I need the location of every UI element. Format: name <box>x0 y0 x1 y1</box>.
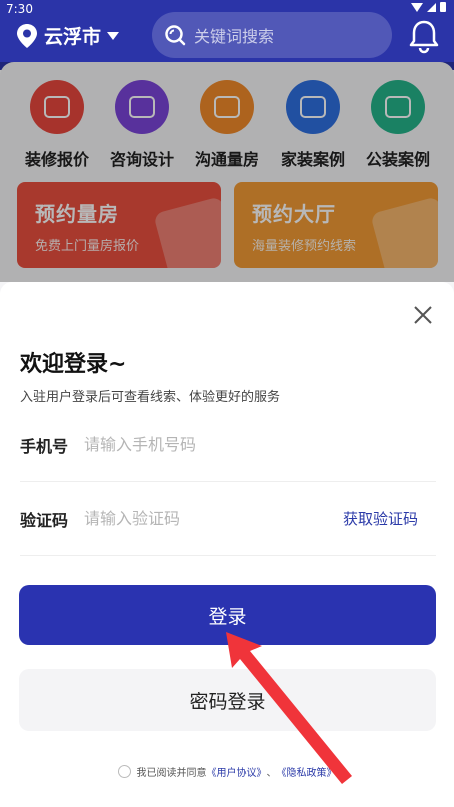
phone-label: 手机号 <box>20 436 69 456</box>
search-bar[interactable]: 关键词搜索 <box>152 12 392 58</box>
search-icon <box>165 25 186 46</box>
agreement-row: 我已阅读并同意 《用户协议》 、 《隐私政策》 <box>0 764 454 779</box>
phone-input[interactable] <box>84 435 324 454</box>
status-time: 7:30 <box>6 2 33 16</box>
status-icons <box>411 2 446 12</box>
login-title: 欢迎登录~ <box>20 352 127 377</box>
login-sheet: 欢迎登录~ 入驻用户登录后可查看线索、体验更好的服务 手机号 验证码 获取验证码… <box>0 282 454 807</box>
agreement-checkbox[interactable] <box>117 765 131 778</box>
get-code-button[interactable]: 获取验证码 <box>343 508 418 529</box>
agreement-prefix: 我已阅读并同意 <box>136 768 207 779</box>
code-label: 验证码 <box>20 510 69 530</box>
modal-backdrop[interactable] <box>0 62 454 282</box>
login-button[interactable]: 登录 <box>19 585 436 645</box>
user-agreement-link[interactable]: 《用户协议》 <box>207 764 267 779</box>
code-field: 验证码 获取验证码 <box>20 482 436 556</box>
search-placeholder: 关键词搜索 <box>194 27 275 46</box>
close-icon[interactable] <box>412 304 434 326</box>
phone-field: 手机号 <box>20 408 436 482</box>
location-pin-icon <box>17 23 37 48</box>
code-input[interactable] <box>84 509 324 528</box>
battery-icon <box>440 2 446 12</box>
login-subtitle: 入驻用户登录后可查看线索、体验更好的服务 <box>20 390 281 405</box>
wifi-icon <box>411 2 423 12</box>
signal-icon <box>427 2 436 12</box>
bell-icon[interactable] <box>406 18 442 54</box>
agreement-separator: 、 <box>266 768 277 779</box>
app-header: 7:30 云浮市 关键词搜索 <box>0 0 454 70</box>
password-login-button[interactable]: 密码登录 <box>19 669 436 731</box>
city-name: 云浮市 <box>44 26 102 48</box>
caret-down-icon <box>107 31 120 40</box>
privacy-policy-link[interactable]: 《隐私政策》 <box>277 764 337 779</box>
city-selector[interactable]: 云浮市 <box>16 22 120 49</box>
